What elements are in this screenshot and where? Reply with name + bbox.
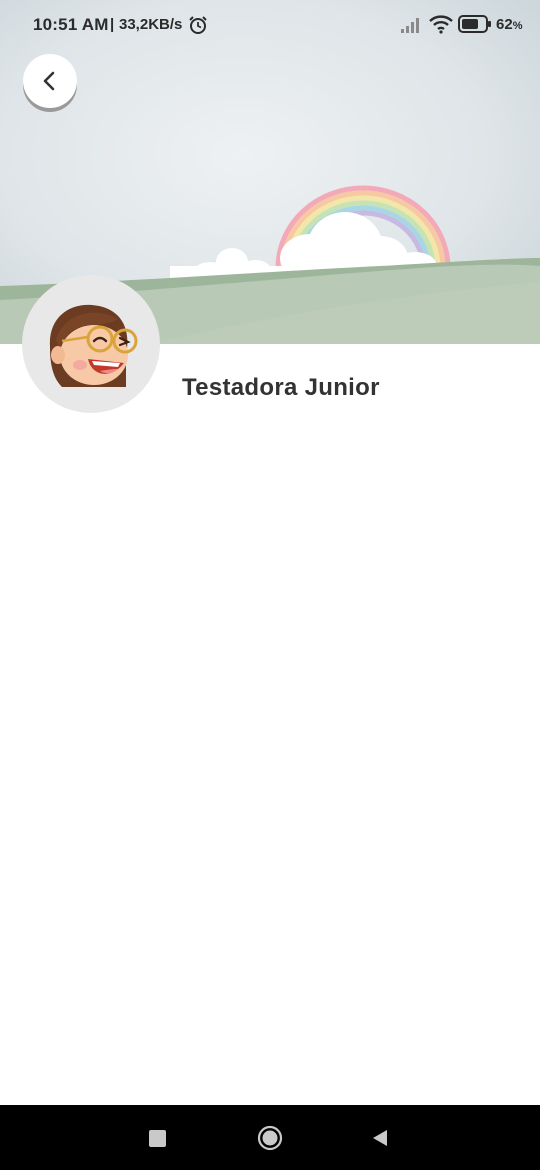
status-time: 10:51 AM: [33, 15, 109, 34]
chevron-left-icon: [43, 71, 55, 91]
avatar: [22, 275, 160, 413]
wifi-icon: [429, 15, 453, 34]
recent-apps-icon[interactable]: [149, 1130, 166, 1147]
girl-with-glasses-avatar: [49, 304, 138, 387]
navigation-bar: [0, 1105, 540, 1170]
battery-icon: [458, 15, 491, 33]
back-triangle-icon[interactable]: [370, 1128, 390, 1148]
back-button[interactable]: [23, 54, 77, 108]
signal-icon: [401, 18, 419, 33]
status-separator: |: [110, 16, 115, 33]
home-icon[interactable]: [257, 1125, 283, 1151]
alarm-icon: [189, 16, 207, 34]
status-bar: 10:51 AM | 33,2KB/s 62%: [0, 0, 540, 50]
profile-name: Testadora Junior: [182, 374, 380, 401]
battery-percent: 62%: [496, 16, 523, 33]
network-speed: 33,2KB/s: [119, 16, 183, 33]
